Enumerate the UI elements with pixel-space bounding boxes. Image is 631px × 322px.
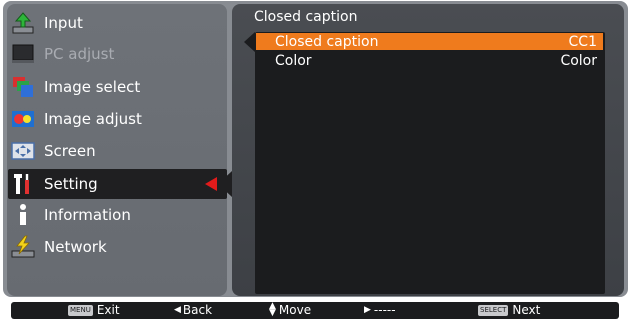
row-label: Color [275, 52, 312, 69]
menu-item-input[interactable]: Input [10, 8, 225, 38]
exit-hint[interactable]: MENU Exit [68, 303, 120, 317]
submenu-list [255, 32, 605, 294]
menu-item-label: Image adjust [44, 110, 142, 128]
next-label: Next [512, 303, 541, 317]
menu-item-network[interactable]: Network [10, 232, 225, 262]
move-label: Move [278, 303, 312, 317]
information-icon [10, 202, 36, 228]
next-hint[interactable]: SELECT Next [478, 303, 540, 317]
menu-item-label: Information [44, 206, 131, 224]
menu-item-label: Input [44, 14, 83, 32]
submenu-pointer-icon [244, 32, 255, 52]
image-adjust-icon [10, 106, 36, 132]
screen-icon [10, 138, 36, 164]
menu-item-pc-adjust[interactable]: PC adjust [10, 39, 225, 69]
menu-item-image-select[interactable]: Image select [10, 72, 225, 102]
menu-item-label: PC adjust [44, 45, 115, 63]
row-value: Color [560, 52, 597, 69]
menu-item-label: Screen [44, 142, 96, 160]
move-hint[interactable]: ▲ ▼ Move [269, 301, 312, 318]
submenu-row-color[interactable]: Color Color [256, 52, 603, 69]
projector-menu: Input PC adjust Image select Image adjus… [0, 0, 631, 322]
right-arrow-icon: ▶ [364, 305, 371, 315]
menu-item-setting[interactable]: Setting [8, 169, 227, 199]
row-value: CC1 [568, 33, 597, 50]
menu-key-icon: MENU [68, 304, 93, 316]
right-hint: ▶ ----- [364, 303, 396, 317]
select-key-icon: SELECT [478, 304, 509, 316]
back-hint[interactable]: ◀ Back [174, 303, 212, 317]
menu-item-label: Setting [44, 175, 98, 193]
input-icon [10, 10, 36, 36]
key-guide-bar: MENU Exit ◀ Back ▲ ▼ Move ▶ ----- SELECT … [11, 302, 619, 319]
row-label: Closed caption [275, 33, 379, 50]
image-select-icon [10, 74, 36, 100]
menu-item-screen[interactable]: Screen [10, 136, 225, 166]
submenu-title: Closed caption [254, 9, 358, 25]
back-label: Back [182, 303, 213, 317]
setting-icon [10, 171, 36, 197]
menu-item-label: Image select [44, 78, 141, 96]
menu-item-information[interactable]: Information [10, 200, 225, 230]
left-arrow-icon: ◀ [174, 305, 181, 315]
up-down-arrow-icon: ▲ ▼ [269, 301, 276, 318]
menu-item-label: Network [44, 238, 107, 256]
menu-item-image-adjust[interactable]: Image adjust [10, 104, 225, 134]
active-pointer-icon [218, 171, 232, 197]
right-label: ----- [373, 303, 396, 317]
submenu-row-closed-caption[interactable]: Closed caption CC1 [256, 33, 603, 50]
exit-label: Exit [96, 303, 120, 317]
active-indicator-icon [205, 177, 217, 191]
pc-adjust-icon [10, 41, 36, 67]
network-icon [10, 234, 36, 260]
